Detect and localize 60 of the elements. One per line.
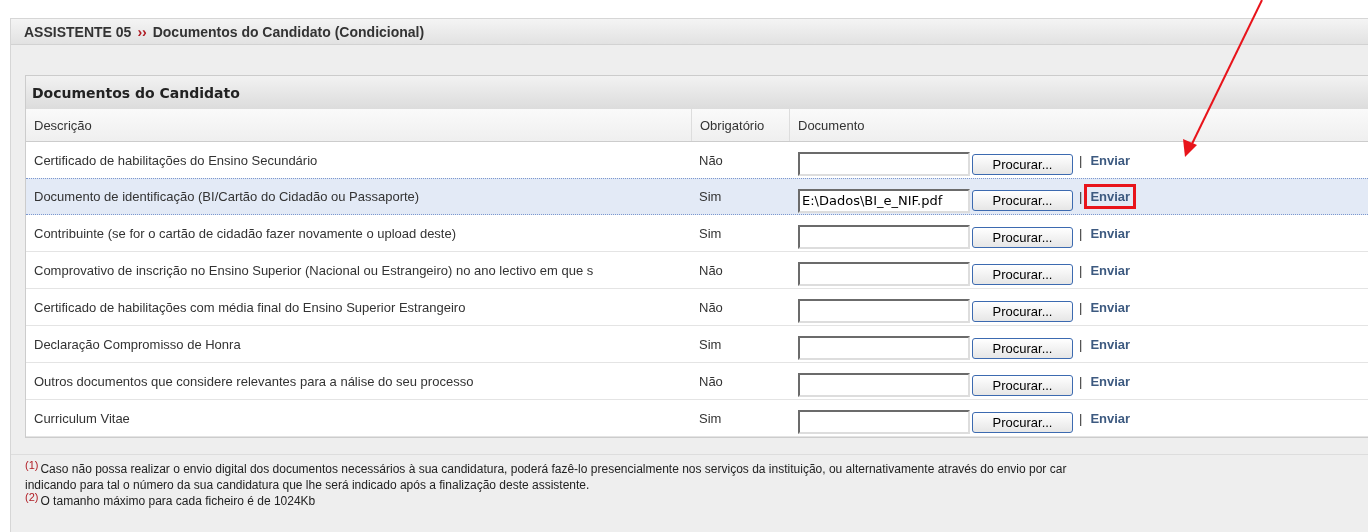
breadcrumb-separator: ››: [137, 23, 147, 40]
file-field[interactable]: E:\Dados\BI_e_NIF.pdf: [798, 188, 970, 213]
file-field[interactable]: [798, 336, 970, 360]
send-link[interactable]: Enviar: [1084, 405, 1137, 431]
table-cell-text: Sim: [698, 335, 723, 354]
file-field[interactable]: [798, 373, 970, 397]
file-field[interactable]: [798, 152, 970, 176]
column-header: Descrição: [33, 116, 93, 135]
separator-text: |: [1079, 299, 1083, 315]
separator-text: |: [1079, 410, 1083, 426]
table-cell-text: Certificado de habilitações com média final do Ensino Superior Estrangeiro: [33, 298, 467, 317]
table-cell-text: Certificado de habilitações do Ensino Secundário: [33, 151, 319, 170]
panel-title: Documentos do Candidato: [32, 84, 240, 101]
table-cell-text: Curriculum Vitae: [33, 409, 131, 428]
footnote-text: indicando para tal o número da sua candidatura que lhe será indicado após a finalização deste assistente.: [25, 478, 590, 492]
browse-button[interactable]: Procurar...: [972, 411, 1073, 433]
table-cell-text: Não: [698, 261, 724, 280]
send-link[interactable]: Enviar: [1084, 294, 1137, 320]
footnote-text: O tamanho máximo para cada ficheiro é de 1024Kb: [40, 494, 316, 508]
footnote-text: Caso não possa realizar o envio digital dos documentos necessários à sua candidatura, poderá fazê-lo presencialmente nos serviços da instituição, ou alternativamente através do envio por car: [40, 462, 1067, 476]
file-field[interactable]: [798, 410, 970, 434]
browse-button[interactable]: Procurar...: [972, 263, 1073, 285]
table-cell-text: Documento de identificação (BI/Cartão do Cidadão ou Passaporte): [33, 188, 421, 206]
wizard-step: ASSISTENTE 05: [24, 23, 132, 40]
separator-text: |: [1079, 189, 1083, 204]
table-cell-text: Contribuinte (se for o cartão de cidadão fazer novamente o upload deste): [33, 224, 458, 243]
browse-button[interactable]: Procurar...: [972, 300, 1073, 322]
table-cell-text: Não: [698, 151, 724, 170]
table-cell-text: Declaração Compromisso de Honra: [33, 335, 242, 354]
file-field[interactable]: [798, 299, 970, 323]
column-header: Obrigatório: [691, 109, 789, 141]
table-cell-text: Sim: [698, 409, 723, 428]
browse-button[interactable]: Procurar...: [972, 337, 1073, 359]
page-title: Documentos do Candidato (Condicional): [152, 23, 425, 40]
file-field[interactable]: [798, 262, 970, 286]
separator-text: |: [1079, 225, 1083, 241]
table-cell-text: Outros documentos que considere relevantes para a nálise do seu processo: [33, 372, 475, 391]
table-cell-text: Não: [698, 298, 724, 317]
file-field[interactable]: [798, 225, 970, 249]
separator-text: |: [1079, 336, 1083, 352]
separator-text: |: [1079, 262, 1083, 278]
browse-button[interactable]: Procurar...: [972, 153, 1073, 175]
footnote-mark: (1): [25, 459, 39, 471]
send-link[interactable]: Enviar: [1084, 220, 1137, 246]
send-link[interactable]: Enviar: [1084, 147, 1137, 173]
footnote-mark: (2): [25, 491, 39, 503]
browse-button[interactable]: Procurar...: [972, 190, 1073, 211]
send-link[interactable]: Enviar: [1084, 368, 1137, 394]
send-link[interactable]: Enviar: [1084, 257, 1137, 283]
browse-button[interactable]: Procurar...: [972, 374, 1073, 396]
table-cell-text: Sim: [698, 188, 723, 206]
browse-button[interactable]: Procurar...: [972, 226, 1073, 248]
separator-text: |: [1079, 373, 1083, 389]
send-link[interactable]: Enviar: [1084, 331, 1137, 357]
table-cell-text: Não: [698, 372, 724, 391]
table-row[interactable]: Documento de identificação (BI/Cartão do Cidadão ou Passaporte) Sim E:\Dados\BI_e_NIF.pdf Procurar... | Enviar: [26, 178, 1368, 215]
separator-text: |: [1079, 152, 1083, 168]
send-link[interactable]: Enviar: [1084, 184, 1137, 209]
table-cell-text: Sim: [698, 224, 723, 243]
table-cell-text: Comprovativo de inscrição no Ensino Superior (Nacional ou Estrangeiro) no ano lectivo em que s: [33, 261, 595, 280]
